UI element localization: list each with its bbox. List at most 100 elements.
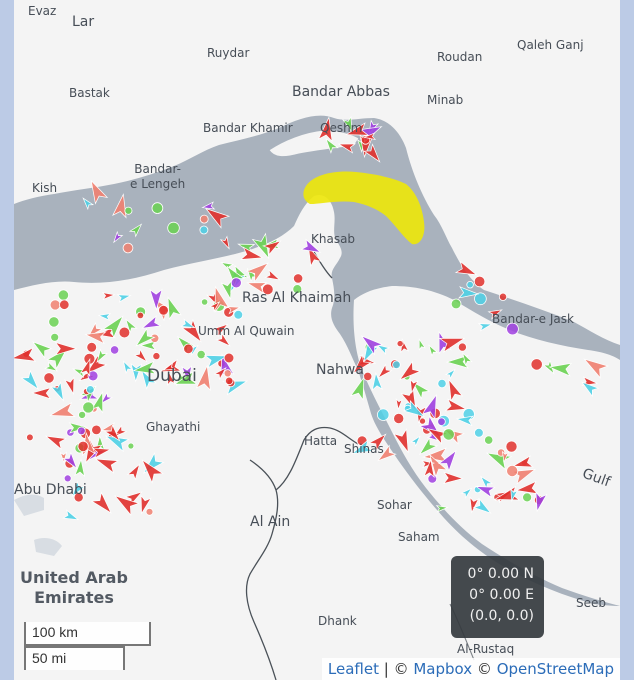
vessel-marker-circle[interactable] bbox=[77, 426, 86, 436]
place-bandar-abbas: Bandar Abbas bbox=[292, 84, 390, 100]
vessel-marker-circle[interactable] bbox=[223, 369, 232, 378]
coord-pair: (0.0, 0.0) bbox=[469, 608, 534, 624]
vessel-marker-circle[interactable] bbox=[224, 376, 234, 386]
place-ruydar: Ruydar bbox=[207, 46, 250, 60]
vessel-marker-circle[interactable] bbox=[49, 299, 61, 311]
vessel-marker-circle[interactable] bbox=[152, 352, 161, 361]
place-abu-dhabi: Abu Dhabi bbox=[14, 482, 87, 498]
vessel-marker-circle[interactable] bbox=[145, 507, 154, 516]
place-umm-al-quwain: Umm Al Quwain bbox=[198, 324, 295, 338]
link-mapbox[interactable]: Mapbox bbox=[413, 660, 472, 678]
vessel-marker-circle[interactable] bbox=[57, 289, 70, 301]
vessel-marker-circle[interactable] bbox=[86, 385, 95, 394]
vessel-marker-circle[interactable] bbox=[363, 371, 373, 381]
vessel-marker-circle[interactable] bbox=[505, 440, 518, 453]
vessel-marker-circle[interactable] bbox=[167, 221, 180, 235]
place-qeshm: Qeshm bbox=[320, 121, 363, 135]
vessel-marker-circle[interactable] bbox=[530, 358, 543, 371]
place-roudan: Roudan bbox=[437, 50, 483, 64]
place-bandar-e-jask: Bandar-e Jask bbox=[492, 312, 574, 326]
place-dubai: Dubai bbox=[147, 366, 197, 386]
vessel-marker-circle[interactable] bbox=[457, 342, 467, 352]
vessel-marker-arrow[interactable] bbox=[128, 222, 144, 238]
vessel-marker-arrow[interactable] bbox=[219, 235, 232, 251]
place-bastak: Bastak bbox=[69, 86, 110, 100]
vessel-marker-circle[interactable] bbox=[437, 417, 446, 426]
vessel-marker-circle[interactable] bbox=[118, 326, 131, 339]
vessel-marker-circle[interactable] bbox=[377, 408, 390, 421]
vessel-marker-circle[interactable] bbox=[473, 275, 486, 288]
vessel-marker-circle[interactable] bbox=[59, 299, 70, 310]
vessel-marker-arrow[interactable] bbox=[81, 196, 95, 211]
place-khasab: Khasab bbox=[311, 232, 356, 246]
coordinates-readout: 0° 0.00 N 0° 0.00 E (0.0, 0.0) bbox=[451, 556, 544, 638]
place-kish: Kish bbox=[32, 181, 58, 195]
place-lar: Lar bbox=[72, 14, 95, 30]
place-bandar-lengeh: Bandar- e Lengeh bbox=[130, 162, 186, 191]
vessel-marker-circle[interactable] bbox=[498, 292, 508, 301]
place-al-rustaq: Al-Rustaq bbox=[457, 642, 515, 656]
place-sohar: Sohar bbox=[377, 498, 412, 512]
place-saham: Saham bbox=[398, 530, 440, 544]
vessel-marker-circle[interactable] bbox=[223, 352, 235, 364]
vessel-marker-circle[interactable] bbox=[199, 214, 209, 224]
place-nahwa: Nahwa bbox=[316, 362, 364, 378]
link-leaflet[interactable]: Leaflet bbox=[328, 660, 379, 678]
vessel-marker-circle[interactable] bbox=[393, 412, 405, 424]
vessel-marker-circle[interactable] bbox=[78, 410, 87, 419]
vessel-marker-circle[interactable] bbox=[392, 360, 401, 370]
vessel-marker-circle[interactable] bbox=[26, 433, 34, 442]
vessel-marker-circle[interactable] bbox=[91, 424, 102, 436]
place-qaleh-ganj: Qaleh Ganj bbox=[517, 38, 584, 52]
vessel-marker-circle[interactable] bbox=[199, 225, 209, 235]
vessel-marker-circle[interactable] bbox=[474, 427, 484, 438]
vessel-marker-circle[interactable] bbox=[151, 202, 164, 214]
place-uae: United Arab Emirates bbox=[20, 568, 128, 607]
vessel-marker-circle[interactable] bbox=[437, 378, 447, 389]
vessel-marker-circle[interactable] bbox=[183, 343, 194, 355]
vessel-marker-circle[interactable] bbox=[127, 442, 135, 450]
place-ghayathi: Ghayathi bbox=[146, 420, 201, 434]
place-hatta: Hatta bbox=[304, 434, 338, 448]
vessel-marker-circle[interactable] bbox=[158, 304, 169, 316]
place-evaz: Evaz bbox=[28, 4, 57, 18]
place-bandar-khamir: Bandar Khamir bbox=[203, 121, 293, 135]
vessel-marker-circle[interactable] bbox=[484, 435, 494, 445]
vessel-marker-circle[interactable] bbox=[196, 349, 206, 360]
place-minab: Minab bbox=[427, 93, 464, 107]
vessel-marker-circle[interactable] bbox=[63, 474, 72, 483]
vessel-marker-circle[interactable] bbox=[82, 401, 95, 414]
vessel-marker-circle[interactable] bbox=[43, 372, 55, 384]
place-dhank: Dhank bbox=[318, 614, 357, 628]
vessel-marker-circle[interactable] bbox=[110, 345, 120, 355]
vessel-marker-circle[interactable] bbox=[124, 206, 133, 215]
vessel-marker-circle[interactable] bbox=[122, 242, 134, 254]
vessel-marker-circle[interactable] bbox=[396, 340, 404, 348]
scale-km: 100 km bbox=[24, 622, 151, 646]
vessel-marker-circle[interactable] bbox=[201, 298, 209, 306]
vessel-marker-circle[interactable] bbox=[233, 309, 244, 320]
map-canvas[interactable]: Evaz Lar Ruydar Roudan Qaleh Ganj Bastak… bbox=[14, 0, 620, 680]
vessel-marker-circle[interactable] bbox=[466, 281, 474, 289]
vessel-marker-circle[interactable] bbox=[450, 298, 462, 310]
scale-control: 100 km 50 mi bbox=[24, 622, 151, 670]
link-osm[interactable]: OpenStreetMap bbox=[497, 660, 614, 678]
vessel-marker-circle[interactable] bbox=[48, 316, 60, 328]
vessel-marker-circle[interactable] bbox=[77, 440, 89, 452]
vessel-marker-circle[interactable] bbox=[442, 428, 455, 441]
vessel-marker-circle[interactable] bbox=[292, 273, 304, 284]
place-shinas: Shinas bbox=[344, 442, 384, 456]
scale-mi: 50 mi bbox=[24, 646, 125, 670]
vessel-marker-circle[interactable] bbox=[50, 332, 60, 342]
place-ras-al-khaimah: Ras Al Khaimah bbox=[242, 290, 352, 306]
attribution: Leaflet | © Mapbox © OpenStreetMap bbox=[321, 658, 620, 680]
coord-lat: 0° 0.00 N bbox=[467, 566, 534, 582]
vessel-marker-circle[interactable] bbox=[230, 277, 242, 289]
coord-lon: 0° 0.00 E bbox=[469, 587, 534, 603]
vessel-marker-circle[interactable] bbox=[506, 464, 519, 477]
place-seeb: Seeb bbox=[576, 596, 606, 610]
vessel-marker-circle[interactable] bbox=[86, 341, 97, 353]
vessel-marker-circle[interactable] bbox=[136, 311, 145, 320]
vessel-marker-arrow[interactable] bbox=[111, 230, 124, 244]
vessel-marker-circle[interactable] bbox=[522, 492, 532, 503]
